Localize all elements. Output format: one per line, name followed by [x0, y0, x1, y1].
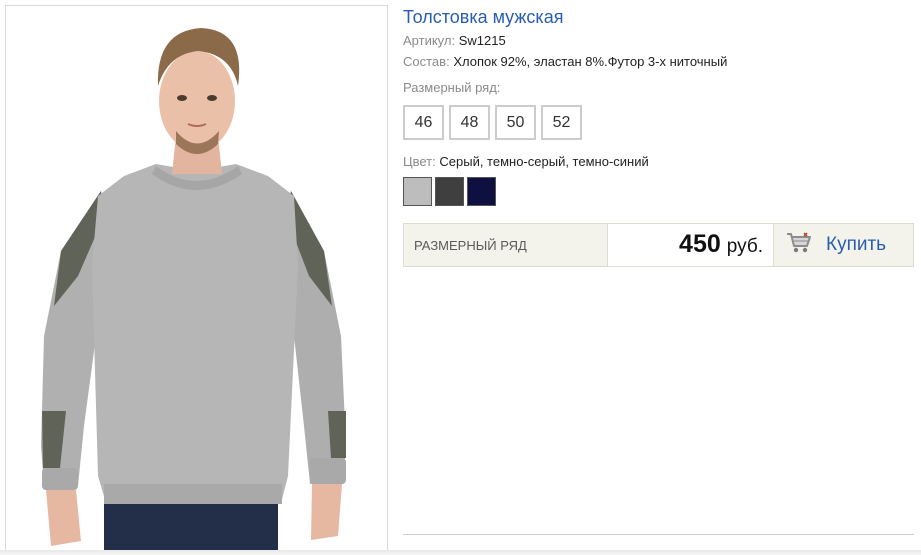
product-image[interactable] [5, 5, 388, 552]
swatch-dark-gray[interactable] [435, 177, 464, 206]
purchase-bar: РАЗМЕРНЫЙ РЯД 450 руб. Купить [403, 223, 914, 267]
buy-button[interactable]: Купить [774, 224, 913, 266]
cart-icon [786, 231, 812, 260]
composition-label: Состав: [403, 54, 450, 69]
sizes-label: Размерный ряд: [403, 80, 501, 95]
content-divider [403, 534, 914, 535]
article-value: Sw1215 [458, 33, 506, 48]
size-option-50[interactable]: 50 [495, 105, 536, 140]
color-row: Цвет: Серый, темно-серый, темно-синий [403, 154, 649, 169]
size-range-label: РАЗМЕРНЫЙ РЯД [414, 237, 527, 253]
buy-label: Купить [826, 234, 887, 255]
sizes-label-row: Размерный ряд: [403, 80, 500, 95]
size-option-52[interactable]: 52 [541, 105, 582, 140]
swatch-gray[interactable] [403, 177, 432, 206]
price-value: 450 [679, 230, 721, 258]
size-option-48[interactable]: 48 [449, 105, 490, 140]
article-label: Артикул: [403, 33, 456, 48]
price-currency: руб. [726, 236, 763, 257]
color-swatches [403, 177, 496, 206]
composition-value: Хлопок 92%, эластан 8%.Футор 3-х ниточны… [453, 54, 728, 69]
price-box: 450 руб. [608, 224, 774, 266]
color-value: Серый, темно-серый, темно-синий [439, 154, 649, 169]
article-row: Артикул: Sw1215 [403, 33, 506, 48]
size-range-tab[interactable]: РАЗМЕРНЫЙ РЯД [404, 224, 608, 266]
page-bottom-edge [0, 550, 921, 555]
product-title[interactable]: Толстовка мужская [403, 7, 563, 28]
composition-row: Состав: Хлопок 92%, эластан 8%.Футор 3-х… [403, 54, 727, 69]
color-label: Цвет: [403, 154, 436, 169]
size-option-46[interactable]: 46 [403, 105, 444, 140]
swatch-navy[interactable] [467, 177, 496, 206]
product-photo [6, 6, 387, 551]
size-options: 46 48 50 52 [403, 105, 582, 140]
